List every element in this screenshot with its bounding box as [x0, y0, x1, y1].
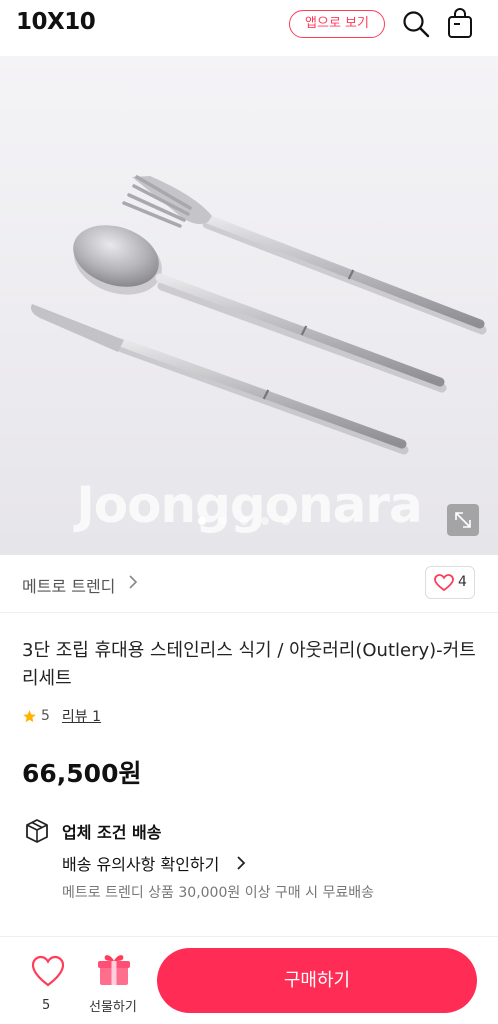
rating-row: 5 리뷰 1 — [22, 706, 101, 726]
carousel-dot[interactable] — [219, 517, 227, 525]
rating-value: 5 — [41, 708, 50, 724]
shipping-title: 업체 조건 배송 — [62, 823, 162, 842]
star-icon — [23, 709, 36, 722]
product-price: 66,500원 — [22, 759, 142, 788]
carousel-dot[interactable] — [261, 517, 269, 525]
bottom-action-bar: 5 선물하기 구매하기 — [0, 937, 498, 1024]
free-shipping-condition: 메트로 트렌디 상품 30,000원 이상 구매 시 무료배송 — [62, 885, 374, 901]
brand-name[interactable]: 메트로 트렌디 — [22, 573, 115, 597]
chevron-right-icon — [237, 856, 246, 870]
heart-icon[interactable] — [30, 954, 66, 990]
carousel-dot[interactable] — [282, 517, 290, 525]
chevron-right-icon — [129, 575, 138, 589]
shopping-bag-icon[interactable] — [444, 8, 476, 40]
product-title: 3단 조립 휴대용 스테인리스 식기 / 아웃러리(Outlery)-커트리세트 — [22, 640, 476, 689]
wish-count: 5 — [42, 998, 51, 1013]
buy-button[interactable]: 구매하기 — [157, 948, 477, 1013]
brand-row: 메트로 트렌디 4 — [0, 555, 498, 613]
carousel-dot[interactable] — [198, 517, 206, 525]
search-icon[interactable] — [401, 9, 431, 39]
gift-label[interactable]: 선물하기 — [89, 996, 137, 1015]
expand-icon[interactable] — [447, 504, 479, 536]
carousel-dots — [198, 517, 290, 525]
heart-icon — [434, 574, 454, 592]
watermark: Joonggonara — [76, 476, 423, 534]
shipping-notice-link[interactable]: 배송 유의사항 확인하기 — [62, 851, 219, 875]
gift-icon[interactable] — [96, 951, 132, 987]
product-image-carousel[interactable]: Joonggonara — [0, 56, 498, 555]
app-header: 10X10 앱으로 보기 — [0, 0, 498, 56]
like-count: 4 — [458, 574, 467, 590]
logo[interactable]: 10X10 — [16, 9, 96, 35]
brand-like-button[interactable]: 4 — [425, 566, 475, 599]
review-link[interactable]: 리뷰 1 — [62, 706, 101, 726]
open-app-button[interactable]: 앱으로 보기 — [289, 10, 385, 38]
box-icon — [26, 819, 48, 843]
carousel-dot[interactable] — [240, 517, 248, 525]
